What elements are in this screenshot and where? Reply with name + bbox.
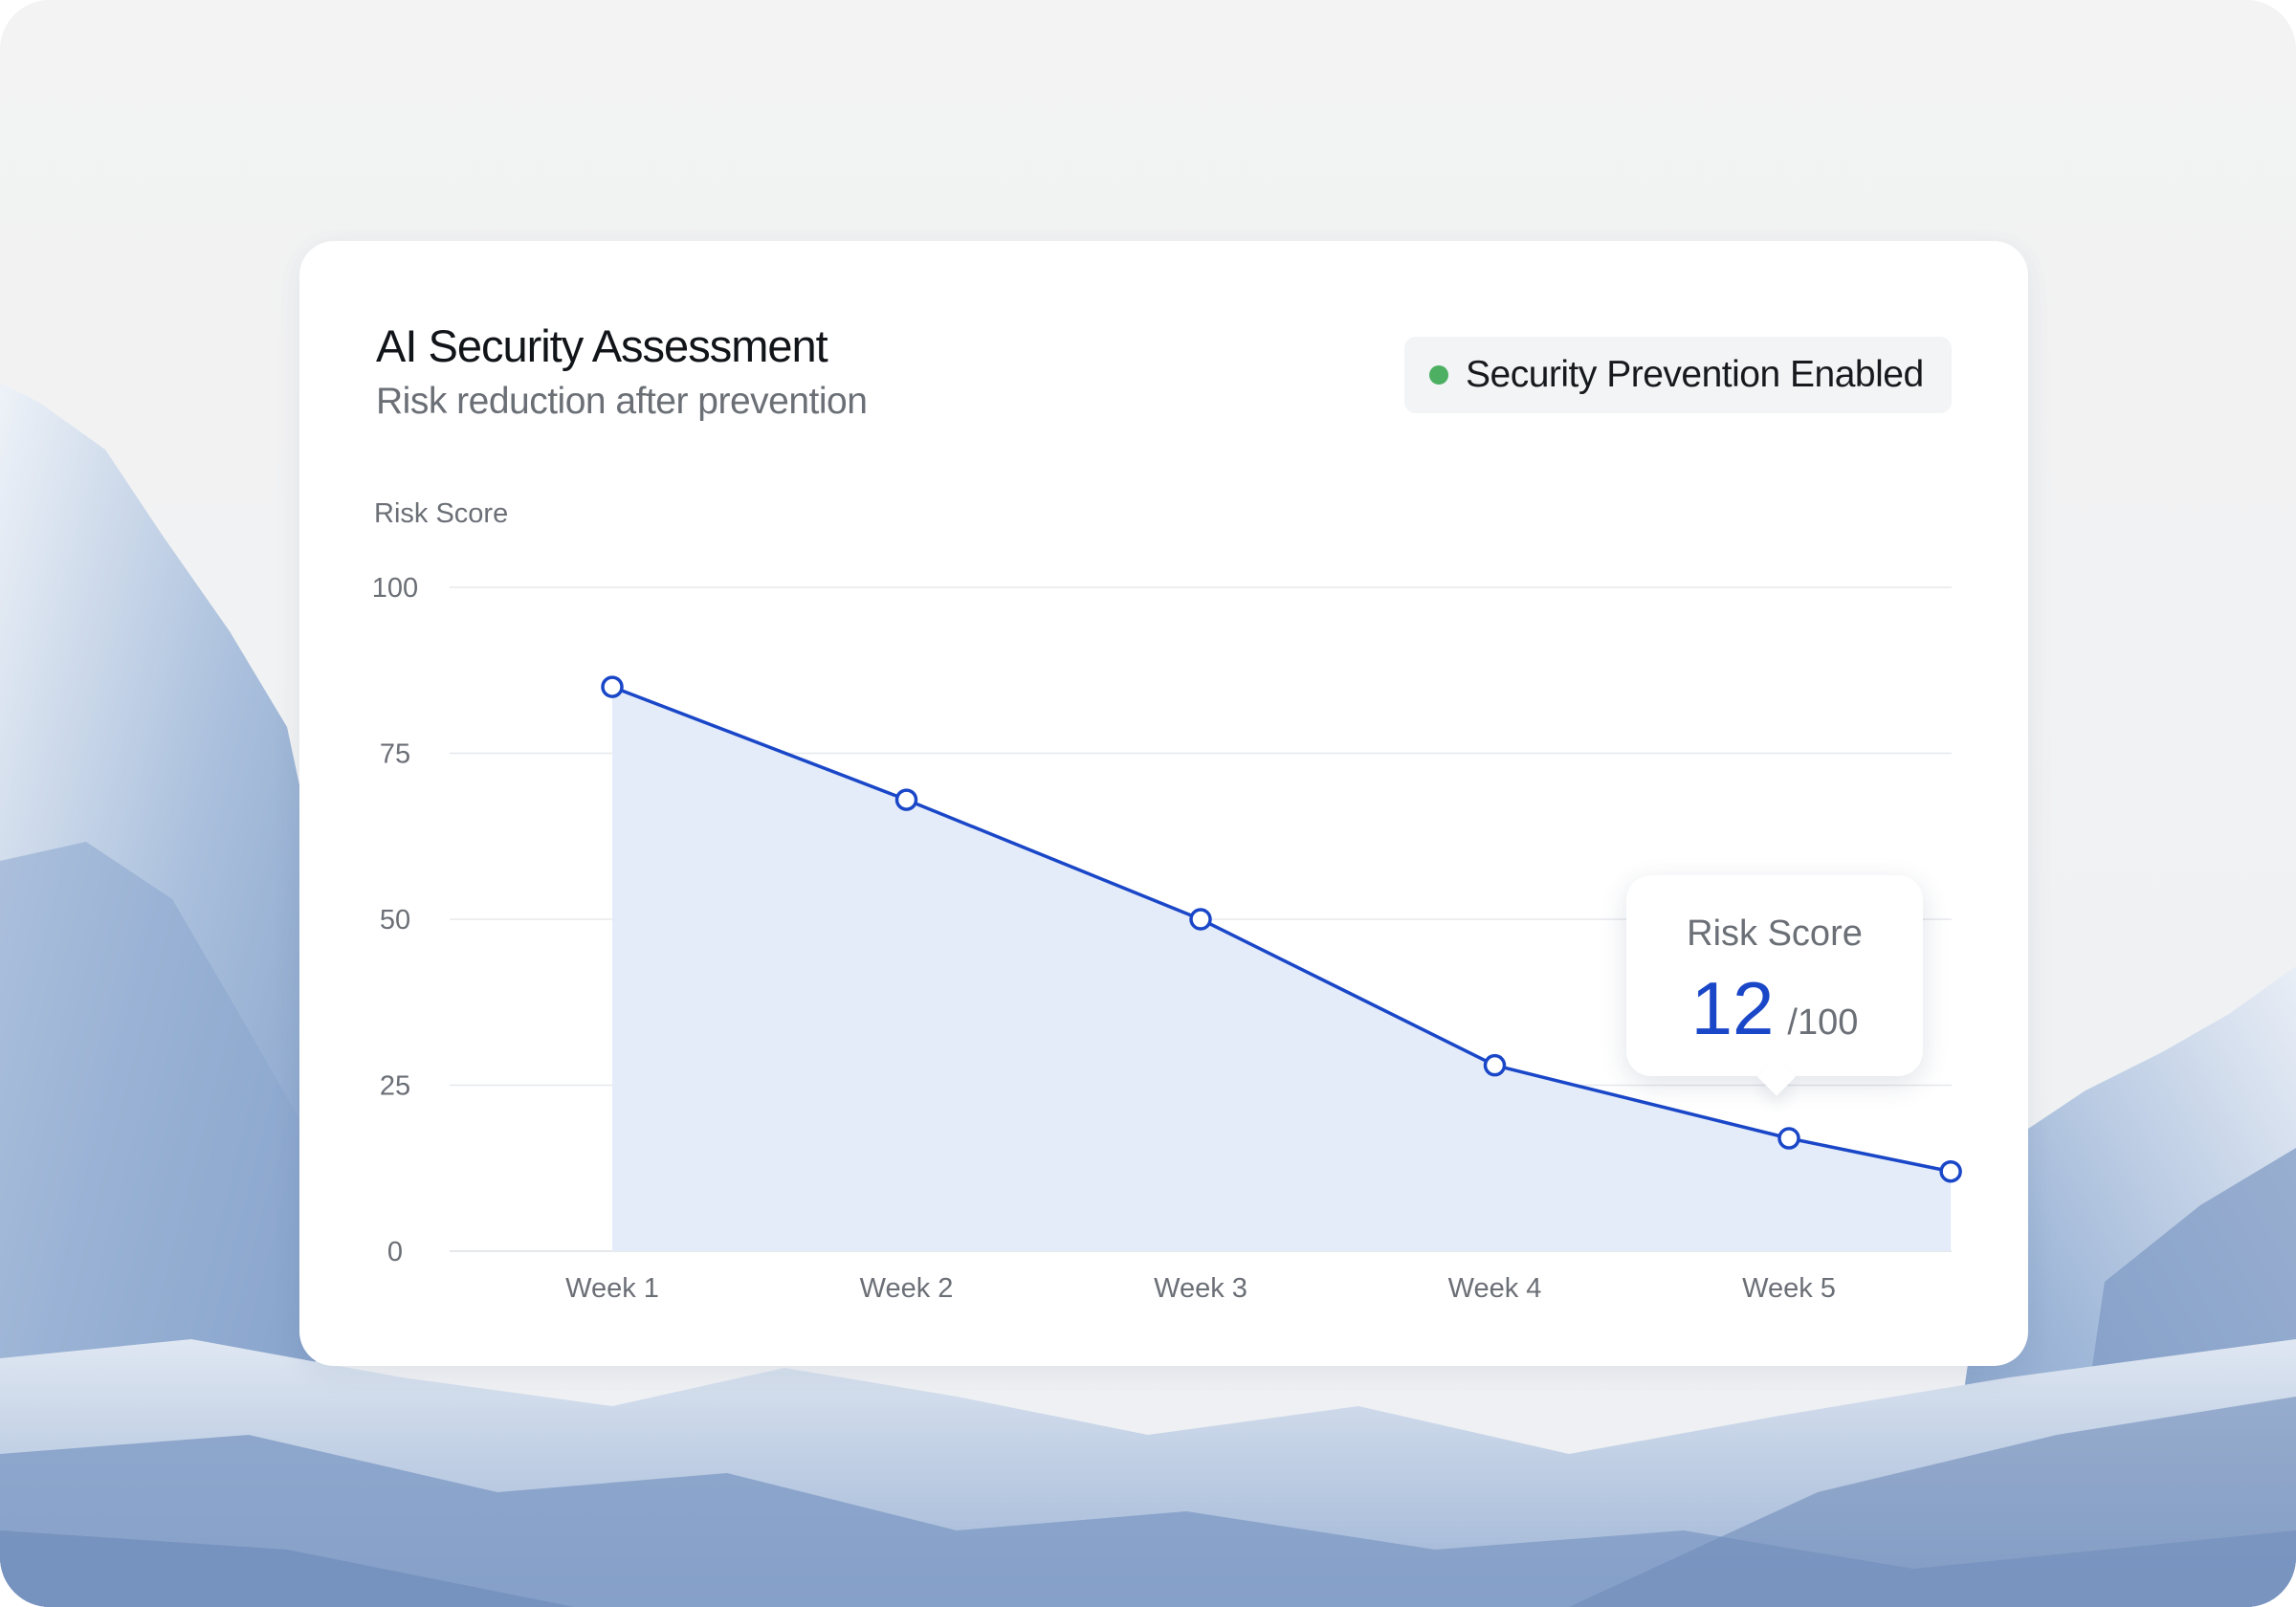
x-tick-label: Week 3: [1154, 1273, 1247, 1304]
y-tick-label: 0: [387, 1237, 403, 1267]
data-point: [1777, 1127, 1800, 1150]
risk-score-tooltip: Risk Score 12 /100: [1626, 875, 1923, 1076]
y-tick-label: 25: [380, 1071, 410, 1102]
data-point: [1939, 1159, 1962, 1183]
x-tick-label: Week 1: [565, 1273, 659, 1304]
tooltip-label: Risk Score: [1687, 914, 1863, 954]
x-tick-label: Week 4: [1448, 1273, 1542, 1304]
data-point: [894, 788, 918, 811]
y-axis-label: Risk Score: [374, 498, 508, 529]
x-tick-label: Week 2: [860, 1273, 954, 1304]
assessment-card: AI Security Assessment Risk reduction af…: [299, 241, 2028, 1366]
y-tick-label: 50: [380, 905, 410, 936]
tooltip-value: 12: [1690, 966, 1775, 1050]
x-tick-label: Week 5: [1742, 1273, 1836, 1304]
background-frame: AI Security Assessment Risk reduction af…: [0, 0, 2296, 1607]
y-tick-label: 75: [380, 739, 410, 770]
tooltip-max: /100: [1787, 1002, 1859, 1043]
data-point: [601, 675, 624, 698]
data-point: [1483, 1053, 1507, 1077]
data-point: [1189, 908, 1212, 931]
risk-score-chart: Risk Score 0 25 50 75 100 Week 1 Week 2 Week 3…: [372, 498, 1962, 1304]
tooltip-value-row: 12 /100: [1626, 971, 1923, 1046]
y-tick-label: 100: [372, 573, 418, 604]
